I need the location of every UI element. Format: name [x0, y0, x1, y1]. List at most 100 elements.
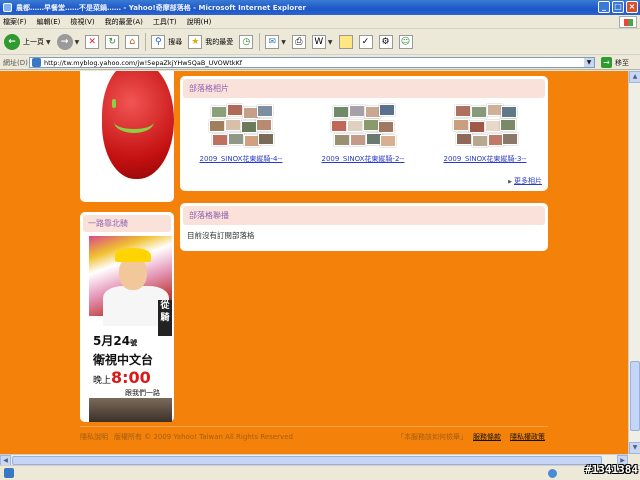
back-arrow-icon: ←	[4, 34, 20, 50]
chevron-down-icon[interactable]: ▼	[75, 39, 80, 46]
go-button[interactable]: → 移至	[601, 57, 629, 68]
search-icon: ⚲	[151, 35, 166, 49]
printer-icon: ⎙	[291, 35, 306, 49]
album-list: 2009_SINOX花東縱騎-4-- 2009_SINOX花東縱騎-2-- 20…	[180, 104, 548, 164]
horizontal-scroll-thumb[interactable]	[12, 456, 602, 465]
promo-time-value: 8:00	[111, 368, 151, 387]
edit-button[interactable]: W ▼	[311, 35, 333, 49]
menu-help[interactable]: 說明(H)	[187, 17, 212, 27]
home-icon: ⌂	[125, 35, 140, 49]
address-label: 網址(D)	[3, 58, 28, 67]
window-titlebar: 農都……早餐堂……不是菜鍋…… - Yahoo!奇摩部落格 - Microsof…	[0, 0, 640, 15]
ie-icon	[3, 3, 12, 12]
messenger-users-button[interactable]: ☺	[398, 35, 413, 49]
messenger-icon: ☺	[398, 35, 413, 49]
research-icon: ✓	[358, 35, 373, 49]
back-button[interactable]: ← 上一頁 ▼	[4, 34, 51, 50]
page-loaded-icon	[4, 468, 14, 478]
apple-eye	[112, 99, 116, 108]
copyright-text: 版權所有 © 2009 Yahoo! Taiwan All Rights Res…	[114, 433, 293, 441]
search-button[interactable]: ⚲ 搜尋	[151, 35, 182, 49]
mail-icon: ✉	[265, 35, 280, 49]
menu-bar: 檔案(F) 編輯(E) 檢視(V) 我的最愛(A) 工具(T) 說明(H)	[0, 15, 640, 29]
road-photo	[89, 398, 172, 422]
album-item[interactable]: 2009_SINOX花東縱騎-3--	[424, 104, 546, 164]
album-thumbnail[interactable]	[453, 104, 518, 148]
edit-icon: W	[311, 35, 326, 49]
tv-promo-banner[interactable]: 從騎 5月24號 衛視中文台 晚上8:00 跟我們一路	[89, 236, 172, 422]
promo-time-prefix: 晚上	[93, 376, 112, 386]
album-title-link[interactable]: 2009_SINOX花東縱騎-2--	[302, 154, 424, 164]
close-button[interactable]: ×	[626, 1, 638, 13]
album-title-link[interactable]: 2009_SINOX花東縱騎-3--	[424, 154, 546, 164]
album-thumbnail[interactable]	[331, 104, 396, 148]
scroll-down-icon[interactable]: ▼	[629, 442, 640, 454]
empty-state-text: 目前沒有訂閱部落格	[187, 231, 255, 240]
sidebar-ad-card: 一路靠北騎 從騎 5月24號 衛視中文台 晚上8:00 跟我們一路	[80, 212, 174, 422]
menu-file[interactable]: 檔案(F)	[3, 17, 27, 27]
profile-image-card	[80, 71, 174, 202]
watermark: #1341384	[585, 463, 638, 476]
refresh-icon: ↻	[105, 35, 120, 49]
blog-photos-panel: 部落格相片 2009_SINOX花東縱騎-4-- 2009_SINOX花東縱騎-…	[180, 76, 548, 191]
maximize-button[interactable]: □	[612, 1, 624, 13]
triangle-right-icon: ▶	[508, 179, 512, 185]
vertical-scrollbar[interactable]: ▲ ▼	[628, 71, 640, 454]
page-icon	[32, 58, 41, 67]
album-title-link[interactable]: 2009_SINOX花東縱騎-4--	[180, 154, 302, 164]
scroll-up-icon[interactable]: ▲	[629, 71, 640, 83]
url-text[interactable]: http://tw.myblog.yahoo.com/jw!5epaZkjYHw…	[44, 59, 242, 67]
gear-icon: ⚙	[378, 35, 393, 49]
messenger-button[interactable]: ⚙	[378, 35, 393, 49]
chevron-down-icon[interactable]: ▼	[328, 39, 333, 46]
minimize-button[interactable]: _	[598, 1, 610, 13]
refresh-button[interactable]: ↻	[105, 35, 120, 49]
mail-button[interactable]: ✉ ▼	[265, 35, 286, 49]
back-label: 上一頁	[23, 38, 44, 46]
album-item[interactable]: 2009_SINOX花東縱騎-4--	[180, 104, 302, 164]
vertical-scroll-thumb[interactable]	[630, 361, 640, 431]
globe-icon	[548, 469, 557, 478]
security-zone	[548, 469, 559, 478]
search-label: 搜尋	[168, 38, 183, 46]
stop-icon: ✕	[85, 35, 100, 49]
privacy-note-link[interactable]: 隱私說明	[80, 432, 108, 442]
chevron-down-icon[interactable]: ▼	[46, 39, 51, 46]
home-button[interactable]: ⌂	[125, 35, 140, 49]
menu-tools[interactable]: 工具(T)	[153, 17, 177, 27]
album-thumbnail[interactable]	[209, 104, 274, 148]
discuss-button[interactable]	[338, 35, 353, 49]
privacy-policy-link[interactable]: 隱私權政策	[510, 432, 545, 442]
forward-button[interactable]: → ▼	[56, 34, 80, 50]
print-button[interactable]: ⎙	[291, 35, 306, 49]
chevron-down-icon[interactable]: ▼	[281, 39, 286, 46]
cyclist-helmet	[115, 248, 151, 262]
research-button[interactable]: ✓	[358, 35, 373, 49]
favorites-button[interactable]: ★ 我的最愛	[188, 35, 233, 49]
more-photos-label[interactable]: 更多相片	[514, 177, 542, 185]
history-button[interactable]: ◷	[239, 35, 254, 49]
promo-date-suffix: 號	[130, 339, 138, 347]
menu-favorites[interactable]: 我的最愛(A)	[105, 17, 143, 27]
menu-view[interactable]: 檢視(V)	[70, 17, 94, 27]
toolbar-separator	[145, 33, 147, 51]
stop-button[interactable]: ✕	[85, 35, 100, 49]
promo-date-value: 5月24	[93, 334, 131, 348]
more-photos-link[interactable]: ▶ 更多相片	[508, 176, 542, 186]
promo-date: 5月24號	[93, 332, 137, 349]
blog-subscriptions-panel: 部落格聯播 目前沒有訂閱部落格	[180, 203, 548, 251]
menu-edit[interactable]: 編輯(E)	[37, 17, 61, 27]
terms-link[interactable]: 服務條款	[473, 432, 501, 442]
chevron-down-icon[interactable]: ▼	[584, 58, 594, 67]
address-input[interactable]: http://tw.myblog.yahoo.com/jw!5epaZkjYHw…	[29, 57, 595, 68]
toolbar-separator	[259, 33, 261, 51]
album-item[interactable]: 2009_SINOX花東縱騎-2--	[302, 104, 424, 164]
address-bar: 網址(D) http://tw.myblog.yahoo.com/jw!5epa…	[0, 56, 640, 70]
report-link[interactable]: 「本服務該如何檢舉」	[397, 432, 467, 442]
window-title: 農都……早餐堂……不是菜鍋…… - Yahoo!奇摩部落格 - Microsof…	[16, 3, 306, 12]
window-controls: _ □ ×	[598, 1, 638, 13]
apple-smile	[114, 111, 154, 133]
horizontal-scrollbar[interactable]: ◀ ▶	[0, 454, 628, 466]
promo-time: 晚上8:00	[93, 368, 151, 387]
browser-toolbar: ← 上一頁 ▼ → ▼ ✕ ↻ ⌂ ⚲ 搜尋 ★ 我的最愛 ◷ ✉ ▼ ⎙ W …	[0, 30, 640, 55]
